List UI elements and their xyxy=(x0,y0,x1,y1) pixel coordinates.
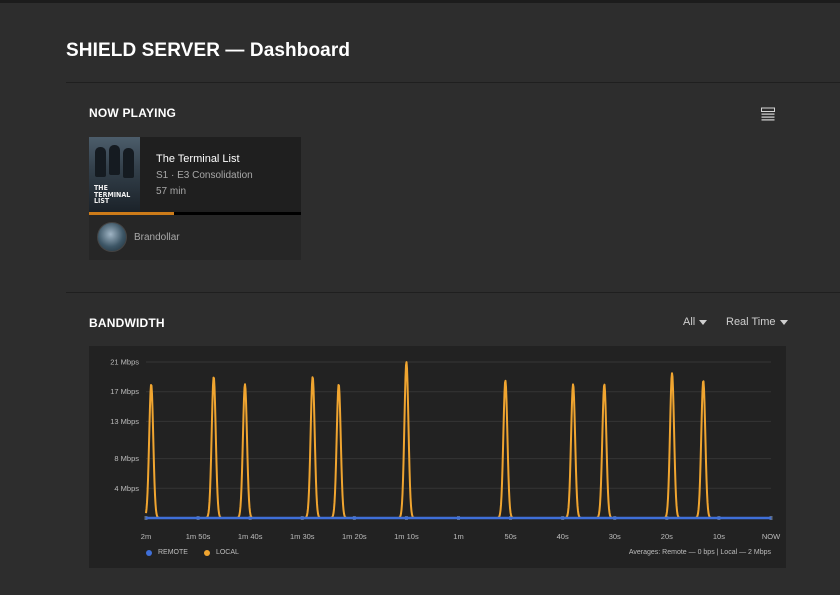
remote-dot-icon xyxy=(146,549,152,556)
media-poster[interactable]: THE TERMINAL LIST xyxy=(89,137,140,212)
x-tick-label: 1m xyxy=(453,532,463,541)
local-series-line xyxy=(145,361,772,519)
chevron-down-icon xyxy=(779,319,788,325)
bandwidth-title: BANDWIDTH xyxy=(89,316,165,330)
x-tick-label: 50s xyxy=(505,532,517,541)
now-playing-card[interactable]: THE TERMINAL LIST The Terminal List S1 ·… xyxy=(89,137,301,260)
x-tick-label: 1m 10s xyxy=(394,532,419,541)
x-tick-label: 1m 30s xyxy=(290,532,315,541)
x-tick-label: 1m 40s xyxy=(238,532,263,541)
legend-local[interactable]: LOCAL xyxy=(203,549,239,556)
y-tick-label: 17 Mbps xyxy=(110,387,139,396)
media-duration: 57 min xyxy=(156,186,187,197)
user-name: Brandollar xyxy=(134,232,180,243)
window-top-strip xyxy=(0,0,840,3)
y-tick-label: 8 Mbps xyxy=(114,454,139,463)
x-tick-label: 20s xyxy=(661,532,673,541)
local-dot-icon xyxy=(203,549,210,556)
chart-legend: REMOTE LOCAL xyxy=(146,549,239,556)
bandwidth-chart-svg: 21 Mbps 17 Mbps 13 Mbps 8 Mbps 4 Mbps 2m 1m 50… xyxy=(110,358,781,542)
timerange-dropdown-label: Real Time xyxy=(726,316,776,328)
x-tick-label: 40s xyxy=(557,532,569,541)
y-tick-label: 21 Mbps xyxy=(110,358,139,367)
chevron-down-icon xyxy=(699,319,708,325)
list-view-icon[interactable] xyxy=(761,107,775,121)
x-tick-label: NOW xyxy=(762,532,781,541)
page-title: SHIELD SERVER — Dashboard xyxy=(66,40,351,61)
bandwidth-averages: Averages: Remote — 0 bps | Local — 2 Mbp… xyxy=(628,549,771,556)
user-avatar xyxy=(97,222,127,252)
media-title[interactable]: The Terminal List xyxy=(156,153,240,165)
legend-local-label: LOCAL xyxy=(215,549,239,556)
filter-dropdown[interactable]: All xyxy=(683,316,708,328)
y-tick-label: 13 Mbps xyxy=(110,417,139,426)
poster-title-text: THE TERMINAL LIST xyxy=(94,184,131,205)
bandwidth-chart[interactable]: 21 Mbps 17 Mbps 13 Mbps 8 Mbps 4 Mbps 2m 1m 50… xyxy=(89,346,786,568)
now-playing-title: NOW PLAYING xyxy=(89,106,177,120)
header-divider xyxy=(66,82,840,83)
y-tick-label: 4 Mbps xyxy=(114,484,139,493)
timerange-dropdown[interactable]: Real Time xyxy=(726,316,788,328)
session-user-row[interactable]: Brandollar xyxy=(89,215,301,260)
x-tick-label: 2m xyxy=(141,532,151,541)
x-tick-label: 1m 50s xyxy=(186,532,211,541)
media-subtitle: S1 · E3 Consolidation xyxy=(156,170,253,181)
x-tick-label: 30s xyxy=(609,532,621,541)
x-tick-label: 10s xyxy=(713,532,725,541)
legend-remote-label: REMOTE xyxy=(158,549,188,556)
legend-remote[interactable]: REMOTE xyxy=(146,549,188,556)
x-tick-label: 1m 20s xyxy=(342,532,367,541)
filter-dropdown-label: All xyxy=(683,316,696,328)
section-divider xyxy=(66,292,840,293)
